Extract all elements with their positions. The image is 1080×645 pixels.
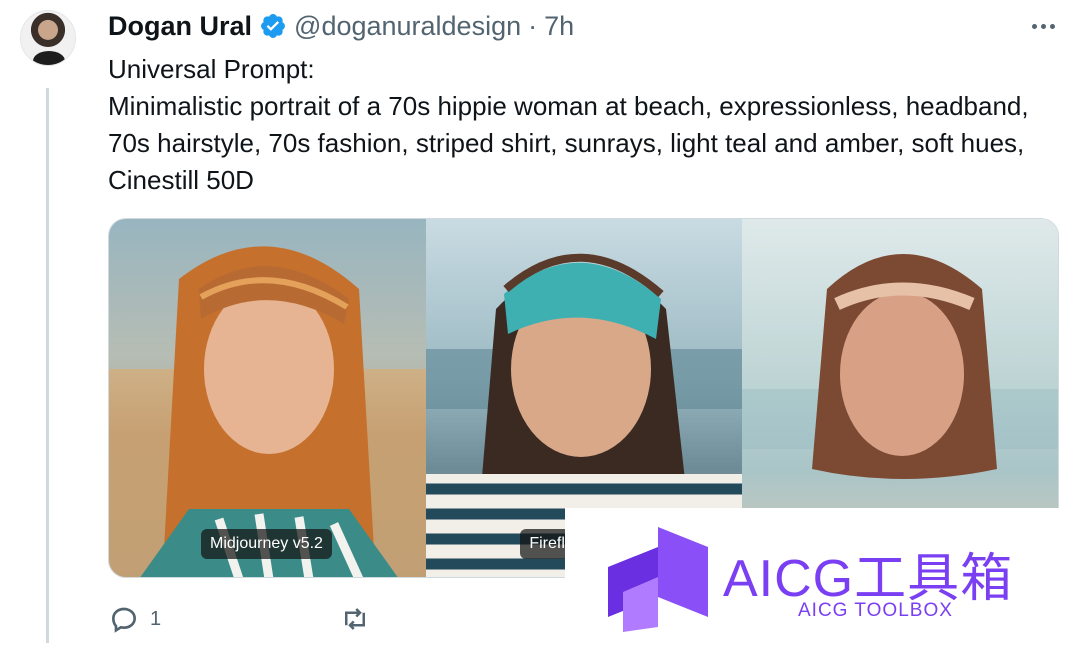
aicg-logo-icon: [608, 527, 708, 632]
thread-line: [46, 88, 49, 643]
avatar[interactable]: [20, 10, 76, 66]
handle[interactable]: @doganuraldesign: [294, 11, 521, 42]
tweet-header: Dogan Ural @doganuraldesign · 7h: [108, 8, 574, 44]
watermark: AICG工具箱 AICG TOOLBOX: [565, 508, 1080, 645]
display-name[interactable]: Dogan Ural: [108, 11, 252, 42]
retweet-button[interactable]: [338, 604, 382, 634]
avatar-shirt: [33, 51, 65, 65]
separator: ·: [528, 10, 538, 41]
watermark-subtitle: AICG TOOLBOX: [798, 600, 953, 621]
tweet-actions: 1: [108, 602, 365, 636]
reply-icon: [111, 607, 137, 633]
reply-count: 1: [150, 607, 162, 630]
tweet-text: Universal Prompt: Minimalistic portrait …: [108, 51, 1058, 199]
timestamp[interactable]: 7h: [544, 11, 574, 42]
reply-button[interactable]: 1: [108, 603, 161, 635]
retweet-icon: [345, 608, 365, 630]
tweet: Dogan Ural @doganuraldesign · 7h Univers…: [0, 0, 1080, 645]
portrait-1-illustration: [109, 219, 427, 577]
tweet-text-line2: Minimalistic portrait of a 70s hippie wo…: [108, 91, 1029, 195]
verified-badge-icon: [261, 14, 285, 38]
more-horizontal-icon[interactable]: [1028, 14, 1058, 38]
photo-label: Midjourney v5.2: [201, 529, 332, 559]
photo-1[interactable]: Midjourney v5.2: [109, 219, 427, 577]
tweet-text-line1: Universal Prompt:: [108, 54, 315, 84]
